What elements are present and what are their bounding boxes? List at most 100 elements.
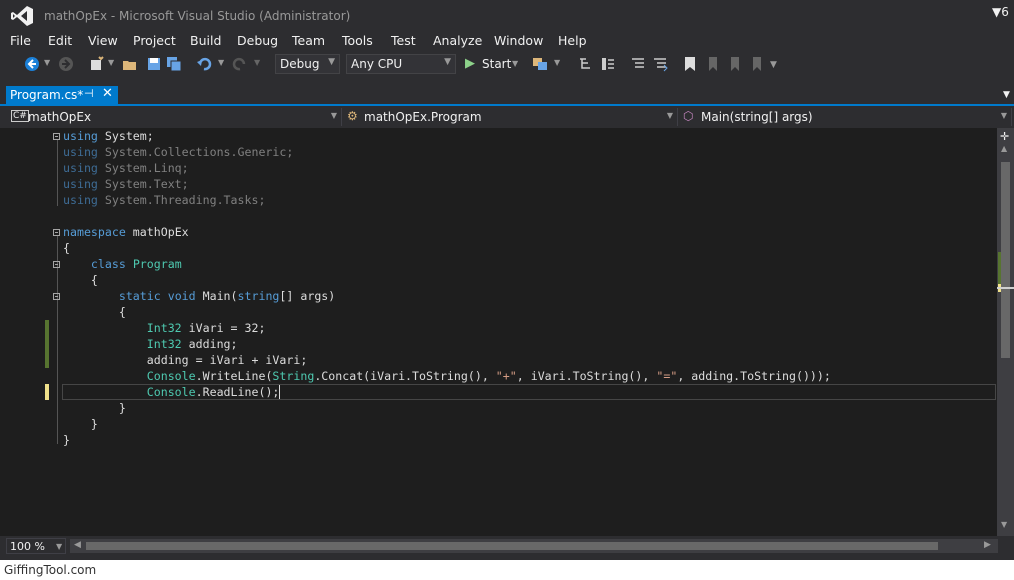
document-tab-strip — [0, 85, 1014, 106]
collapse-class-icon[interactable] — [53, 261, 60, 268]
code-line: } — [90, 417, 98, 431]
member-dropdown[interactable]: ⬡ Main(string[] args) ▼ — [680, 108, 1012, 126]
csharp-file-icon: C# — [11, 110, 29, 122]
play-icon: ▶ — [465, 56, 475, 71]
horizontal-scrollbar[interactable]: ◀ ▶ — [70, 539, 998, 553]
chevron-down-icon: ▼ — [56, 542, 63, 551]
properties-icon[interactable] — [600, 56, 616, 72]
code-line: using System; — [63, 129, 154, 143]
code-line: { — [63, 241, 70, 255]
menu-tools[interactable]: Tools — [342, 33, 373, 48]
zoom-select[interactable]: 100 % ▼ — [6, 538, 66, 554]
watermark-text: GiffingTool.com — [4, 563, 97, 577]
class-dropdown[interactable]: ⚙ mathOpEx.Program ▼ — [344, 108, 678, 126]
save-icon[interactable] — [146, 56, 162, 72]
caret-position-marker — [997, 287, 1014, 289]
clear-bookmarks-icon[interactable] — [748, 56, 764, 72]
menu-bar: File Edit View Project Build Debug Team … — [0, 32, 1014, 52]
bookmark-icon[interactable] — [682, 56, 698, 72]
code-line: } — [63, 433, 70, 447]
navigate-forward-icon[interactable] — [58, 56, 74, 72]
menu-build[interactable]: Build — [190, 33, 221, 48]
new-project-icon[interactable] — [88, 56, 104, 72]
back-dropdown-icon[interactable]: ▼ — [44, 58, 50, 67]
vertical-scroll-thumb[interactable] — [1001, 162, 1010, 358]
title-bar: mathOpEx - Microsoft Visual Studio (Admi… — [0, 0, 1014, 32]
redo-icon[interactable] — [232, 56, 248, 72]
solution-configuration-select[interactable]: Debug ▼ — [275, 54, 340, 74]
collapse-namespace-icon[interactable] — [53, 229, 60, 236]
next-bookmark-icon[interactable] — [726, 56, 742, 72]
new-dropdown-icon[interactable]: ▼ — [108, 58, 114, 67]
redo-dropdown-icon[interactable]: ▼ — [254, 58, 260, 67]
code-line: using System.Threading.Tasks; — [63, 193, 266, 207]
collapse-usings-icon[interactable] — [53, 133, 60, 140]
code-line: namespace mathOpEx — [63, 225, 189, 239]
chevron-down-icon: ▼ — [1000, 111, 1007, 120]
code-line: class Program — [90, 257, 182, 271]
code-line: Console.ReadLine(); — [146, 385, 281, 399]
save-all-icon[interactable] — [166, 56, 182, 72]
menu-help[interactable]: Help — [558, 33, 587, 48]
toolbar-overflow-icon[interactable]: ▼ — [770, 60, 777, 70]
vertical-scrollbar[interactable]: ✛ ▲ ▼ — [997, 128, 1014, 536]
saved-change-marker — [45, 320, 49, 368]
comment-lines-icon[interactable] — [630, 56, 646, 72]
open-file-icon[interactable] — [122, 56, 138, 72]
change-overview-marker — [998, 252, 1001, 284]
menu-view[interactable]: View — [88, 33, 118, 48]
code-line: using System.Linq; — [63, 161, 189, 175]
chevron-down-icon: ▼ — [330, 111, 337, 120]
notification-count: 6 — [1001, 5, 1009, 19]
text-caret — [279, 385, 281, 399]
menu-edit[interactable]: Edit — [48, 33, 72, 48]
menu-team[interactable]: Team — [292, 33, 325, 48]
notification-flag-icon[interactable]: ▼6 — [992, 5, 1009, 19]
menu-window[interactable]: Window — [494, 33, 543, 48]
scroll-up-icon[interactable]: ▲ — [1001, 144, 1007, 153]
watermark-bar: GiffingTool.com — [0, 560, 1014, 580]
class-icon: ⚙ — [347, 109, 358, 123]
code-line: Int32 adding; — [146, 337, 238, 351]
code-line: static void Main(string[] args) — [118, 289, 336, 303]
visual-studio-logo-icon — [11, 6, 33, 26]
menu-analyze[interactable]: Analyze — [433, 33, 482, 48]
code-line: adding = iVari + iVari; — [146, 353, 308, 367]
menu-test[interactable]: Test — [391, 33, 416, 48]
code-line: { — [90, 273, 98, 287]
navigate-back-icon[interactable] — [24, 56, 40, 72]
chevron-down-icon: ▼ — [444, 57, 451, 67]
start-debugging-button[interactable]: ▶ Start ▼ — [462, 55, 524, 73]
code-line: using System.Collections.Generic; — [63, 145, 294, 159]
uncomment-lines-icon[interactable] — [652, 56, 668, 72]
editor-margin — [0, 128, 62, 536]
scroll-down-icon[interactable]: ▼ — [1001, 520, 1007, 529]
project-dropdown[interactable]: C# mathOpEx ▼ — [8, 108, 342, 126]
undo-dropdown-icon[interactable]: ▼ — [218, 58, 224, 67]
close-tab-icon[interactable]: ✕ — [102, 86, 113, 101]
code-line: Int32 iVari = 32; — [146, 321, 266, 335]
tab-program-cs[interactable]: Program.cs* ⊣ ✕ — [6, 86, 118, 105]
collapse-method-icon[interactable] — [53, 293, 60, 300]
browser-link-icon[interactable] — [532, 56, 548, 72]
chevron-down-icon: ▼ — [328, 57, 335, 67]
pin-tab-icon[interactable]: ⊣ — [84, 87, 94, 100]
menu-file[interactable]: File — [10, 33, 31, 48]
code-line: } — [118, 401, 126, 415]
code-line: Console.WriteLine(String.Concat(iVari.To… — [146, 369, 831, 383]
split-window-icon[interactable]: ✛ — [1000, 130, 1009, 143]
browser-dropdown-icon[interactable]: ▼ — [554, 58, 560, 67]
undo-icon[interactable] — [196, 56, 212, 72]
scroll-right-icon[interactable]: ▶ — [984, 540, 991, 550]
previous-bookmark-icon[interactable] — [704, 56, 720, 72]
menu-debug[interactable]: Debug — [237, 33, 278, 48]
method-icon: ⬡ — [683, 109, 694, 123]
menu-project[interactable]: Project — [133, 33, 176, 48]
horizontal-scroll-thumb[interactable] — [86, 542, 938, 550]
scroll-left-icon[interactable]: ◀ — [74, 540, 81, 550]
chevron-down-icon: ▼ — [666, 111, 673, 120]
window-title: mathOpEx - Microsoft Visual Studio (Admi… — [44, 9, 351, 23]
tab-list-dropdown-icon[interactable]: ▼ — [1003, 90, 1010, 100]
solution-platform-select[interactable]: Any CPU ▼ — [346, 54, 456, 74]
solution-explorer-icon[interactable] — [578, 56, 594, 72]
